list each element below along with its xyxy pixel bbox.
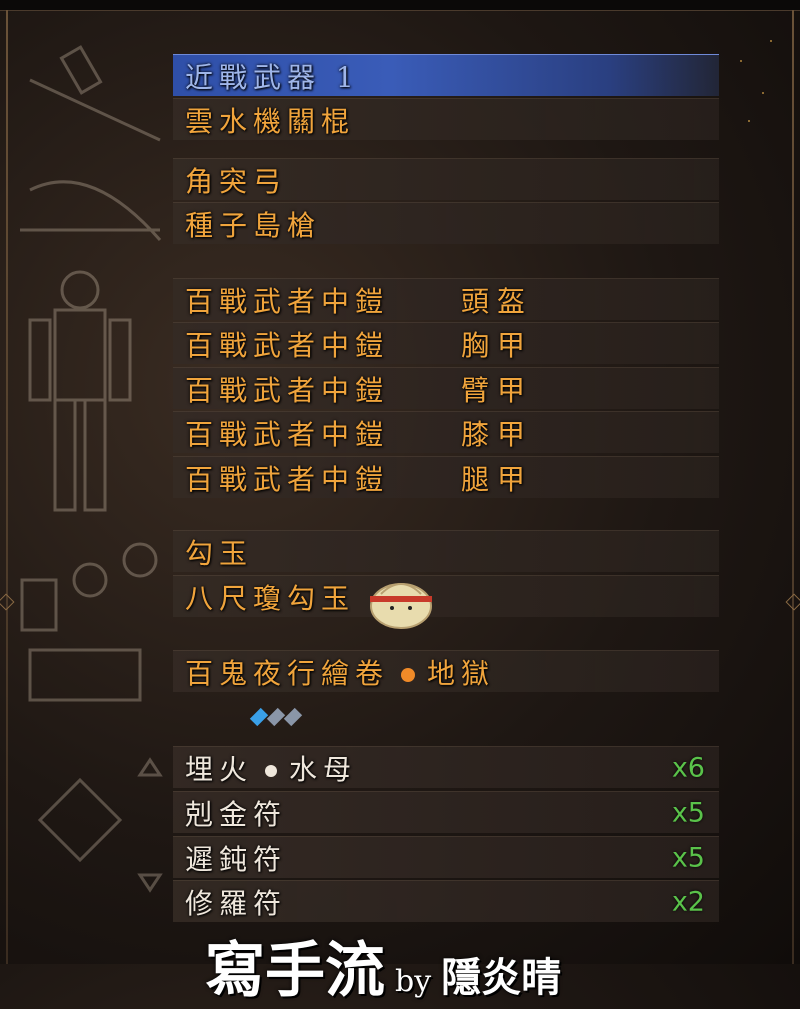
accessory-name: 八尺瓊勾玉 — [185, 581, 356, 615]
scroll-row[interactable]: 百鬼夜行繪卷 地獄 — [173, 650, 719, 692]
hammer-slot-icon — [59, 45, 103, 95]
ranged-weapon-name: 角突弓 — [185, 164, 288, 198]
gem-icon — [266, 707, 286, 727]
up-arrow-icon — [137, 757, 163, 777]
armor-set-name: 百戰武者中鎧 — [185, 328, 390, 362]
consumable-row[interactable]: 遲鈍符 x5 — [173, 836, 719, 878]
consumable-name-b: 水母 — [289, 752, 358, 786]
armor-part-name: 頭盔 — [461, 284, 534, 318]
magatama-slot-icon — [72, 562, 108, 598]
separator-dot-icon — [265, 765, 278, 777]
armor-figure-icon — [28, 270, 132, 512]
sparkle — [748, 120, 750, 122]
consumable-row[interactable]: 剋金符 x5 — [173, 791, 719, 833]
consumable-name: 遲鈍符 — [185, 842, 288, 876]
scroll-name-b: 地獄 — [427, 656, 496, 690]
sparkle — [770, 40, 772, 42]
melee-weapon-name: 雲水機關棍 — [185, 104, 356, 138]
ranged-weapon-row[interactable]: 種子島槍 — [173, 202, 719, 244]
accessory-row[interactable]: 八尺瓊勾玉 — [173, 575, 719, 617]
armor-part-name: 膝甲 — [461, 417, 534, 451]
charm-slot-icon — [20, 578, 58, 632]
melee-weapon-row[interactable]: 雲水機關棍 — [173, 98, 719, 140]
consumable-name: 修羅符 — [185, 886, 288, 920]
gem-slots — [249, 707, 303, 727]
beads-slot-icon — [122, 542, 158, 578]
sparkle — [762, 92, 764, 94]
top-frame — [0, 0, 800, 11]
armor-row-arms[interactable]: 百戰武者中鎧 臂甲 — [173, 367, 719, 409]
armor-part-name: 腿甲 — [461, 462, 534, 496]
consumable-name-a: 埋火 — [185, 752, 254, 786]
consumable-row[interactable]: 修羅符 x2 — [173, 880, 719, 922]
ranged-weapon-row[interactable]: 角突弓 — [173, 158, 719, 200]
armor-part-name: 臂甲 — [461, 373, 534, 407]
equipment-slot-silhouettes — [20, 45, 163, 893]
dpad-icon — [37, 777, 123, 863]
watermark-author: 隱炎晴 — [441, 954, 562, 1001]
separator-dot-icon — [401, 668, 416, 682]
armor-part-name: 胸甲 — [461, 328, 534, 362]
gem-icon — [283, 707, 303, 727]
right-border — [792, 10, 794, 964]
armor-row-waist[interactable]: 百戰武者中鎧 膝甲 — [173, 411, 719, 453]
accessory-name: 勾玉 — [185, 536, 254, 570]
down-arrow-icon — [137, 873, 163, 893]
sword-slot-icon — [29, 78, 161, 142]
gem-icon — [249, 707, 269, 727]
armor-set-name: 百戰武者中鎧 — [185, 462, 390, 496]
watermark-main: 寫手流 — [205, 936, 385, 1006]
watermark-by: by — [395, 964, 432, 999]
consumable-quantity: x5 — [671, 797, 705, 828]
consumable-quantity: x6 — [671, 752, 705, 783]
ranged-weapon-name: 種子島槍 — [185, 208, 322, 242]
scroll-name: 百鬼夜行繪卷 地獄 — [185, 652, 495, 692]
accessory-row[interactable]: 勾玉 — [173, 530, 719, 572]
armor-row-legs[interactable]: 百戰武者中鎧 腿甲 — [173, 456, 719, 498]
melee-weapon-header-row[interactable]: 近戰武器 1 — [173, 54, 719, 96]
armor-row-head[interactable]: 百戰武者中鎧 頭盔 — [173, 278, 719, 320]
armor-row-chest[interactable]: 百戰武者中鎧 胸甲 — [173, 322, 719, 364]
consumable-name: 埋火 水母 — [185, 748, 357, 788]
scroll-slot-icon — [28, 648, 142, 702]
consumable-quantity: x2 — [671, 886, 705, 917]
scroll-name-a: 百鬼夜行繪卷 — [185, 656, 390, 690]
melee-header-label: 近戰武器 1 — [185, 60, 360, 94]
sparkle — [740, 60, 742, 62]
armor-set-name: 百戰武者中鎧 — [185, 284, 390, 318]
left-border — [6, 10, 8, 964]
armor-set-name: 百戰武者中鎧 — [185, 417, 390, 451]
watermark: 寫手流 by 隱炎晴 — [205, 922, 561, 1009]
armor-set-name: 百戰武者中鎧 — [185, 373, 390, 407]
consumable-name: 剋金符 — [185, 797, 288, 831]
consumable-quantity: x5 — [671, 842, 705, 873]
consumable-row[interactable]: 埋火 水母 x6 — [173, 746, 719, 788]
right-ornament-icon — [785, 593, 800, 611]
mascot-sticker-icon — [370, 583, 432, 629]
